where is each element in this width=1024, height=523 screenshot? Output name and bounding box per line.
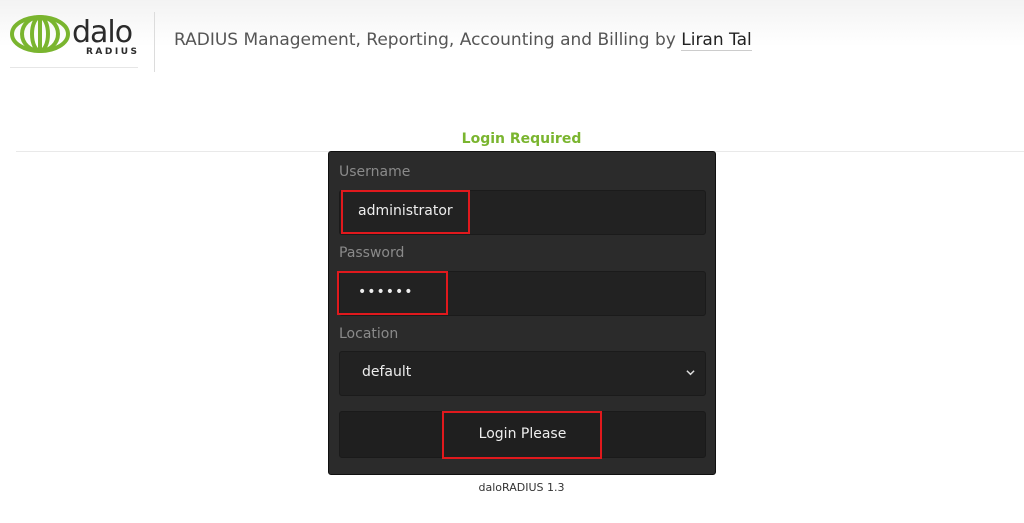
logo-text: dalo: [72, 15, 133, 50]
location-select[interactable]: default: [339, 351, 706, 396]
password-highlight: [337, 271, 448, 315]
login-form: Username administrator Password •••••• L…: [328, 151, 716, 475]
globe-logo-icon: [10, 15, 70, 53]
username-label: Username: [339, 164, 411, 180]
logo-subtext: RADIUS: [86, 47, 140, 57]
tagline-text: RADIUS Management, Reporting, Accounting…: [174, 30, 676, 50]
app-header: dalo RADIUS RADIUS Management, Reporting…: [0, 0, 1024, 78]
username-highlight: [341, 190, 470, 234]
login-title: Login Required: [461, 131, 582, 147]
header-divider: [154, 12, 155, 72]
location-label: Location: [339, 326, 399, 342]
location-value: default: [362, 364, 412, 380]
header-tagline: RADIUS Management, Reporting, Accounting…: [174, 30, 752, 51]
password-label: Password: [339, 245, 405, 261]
dalo-radius-logo[interactable]: dalo RADIUS: [10, 12, 138, 68]
login-button-highlight: [442, 411, 602, 459]
chevron-down-icon: [686, 370, 695, 376]
version-footer: daloRADIUS 1.3: [478, 481, 565, 494]
author-link[interactable]: Liran Tal: [681, 30, 752, 51]
